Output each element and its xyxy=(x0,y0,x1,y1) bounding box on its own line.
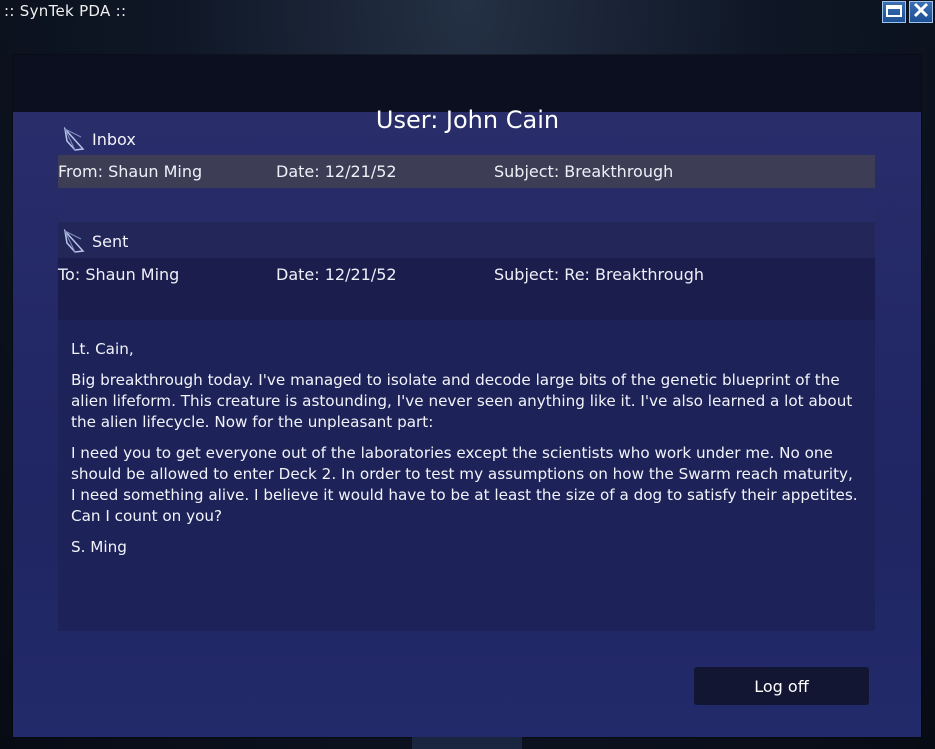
sent-header[interactable]: Sent xyxy=(62,227,128,255)
window-title: :: SynTek PDA :: xyxy=(4,2,127,20)
message-signature: S. Ming xyxy=(71,538,127,556)
message-subject: Subject: Breakthrough xyxy=(494,162,674,181)
close-icon xyxy=(913,2,929,22)
maximize-button[interactable] xyxy=(882,1,906,23)
inbox-label: Inbox xyxy=(92,129,136,149)
sent-label: Sent xyxy=(92,231,129,251)
bottom-decoration xyxy=(412,737,522,749)
panel-header-bar xyxy=(13,55,921,112)
inbox-message-row[interactable]: From: Shaun Ming Date: 12/21/52 Subject:… xyxy=(58,155,875,188)
mail-feather-icon xyxy=(62,125,86,153)
sent-message-row[interactable]: To: Shaun Ming Date: 12/21/52 Subject: R… xyxy=(58,258,875,320)
user-title: User: John Cain xyxy=(375,106,560,134)
mail-feather-icon xyxy=(62,227,86,255)
message-date: Date: 12/21/52 xyxy=(276,265,397,284)
close-button[interactable] xyxy=(909,1,933,23)
message-body: Lt. Cain, Big breakthrough today. I've m… xyxy=(71,339,861,568)
message-paragraph: I need you to get everyone out of the la… xyxy=(71,444,858,525)
maximize-icon xyxy=(886,3,902,22)
message-date: Date: 12/21/52 xyxy=(276,162,397,181)
logoff-button[interactable]: Log off xyxy=(694,667,869,705)
message-from: From: Shaun Ming xyxy=(58,162,203,181)
message-greeting: Lt. Cain, xyxy=(71,340,134,358)
message-paragraph: Big breakthrough today. I've managed to … xyxy=(71,371,853,431)
sent-header-bg xyxy=(58,222,875,258)
message-to: To: Shaun Ming xyxy=(58,265,180,284)
message-subject: Subject: Re: Breakthrough xyxy=(494,265,704,284)
inbox-header[interactable]: Inbox xyxy=(62,125,136,153)
inbox-empty-row xyxy=(58,188,875,222)
